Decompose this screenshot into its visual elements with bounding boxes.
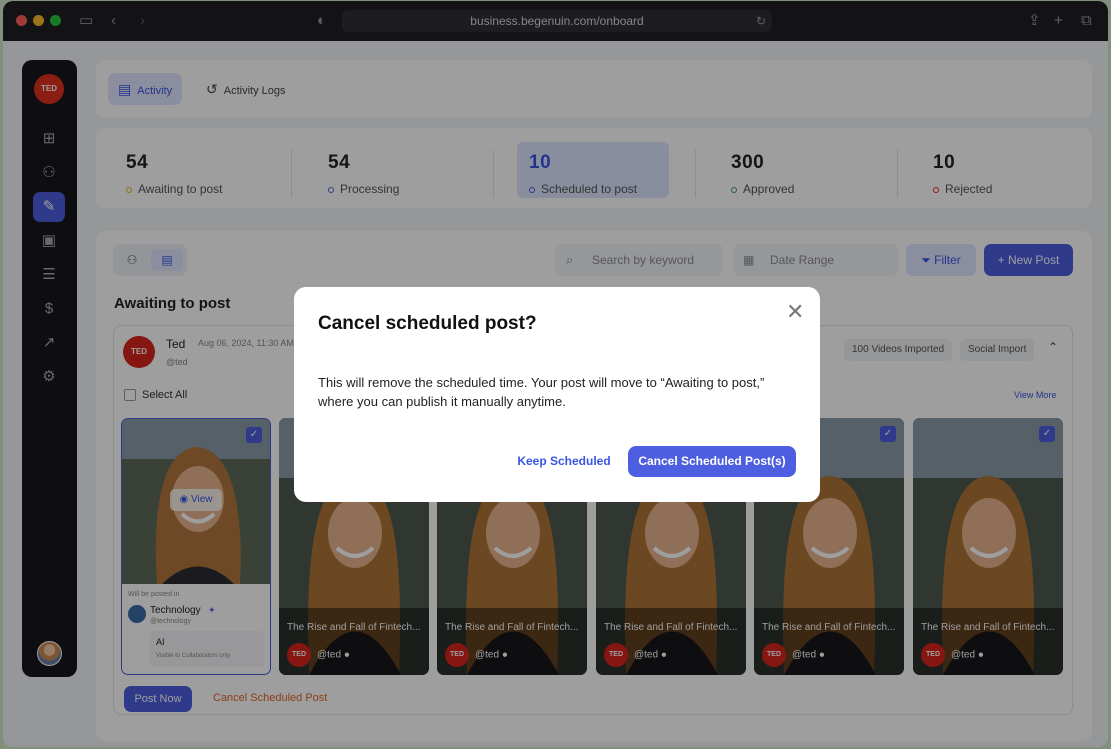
cancel-scheduled-dialog: Cancel scheduled post? ✕ This will remov… (294, 287, 820, 502)
confirm-cancel-button[interactable]: Cancel Scheduled Post(s) (628, 446, 796, 477)
dialog-title: Cancel scheduled post? (318, 313, 537, 334)
close-icon[interactable]: ✕ (786, 301, 804, 323)
dialog-message: This will remove the scheduled time. You… (318, 375, 765, 409)
keep-scheduled-button[interactable]: Keep Scheduled (504, 446, 624, 476)
